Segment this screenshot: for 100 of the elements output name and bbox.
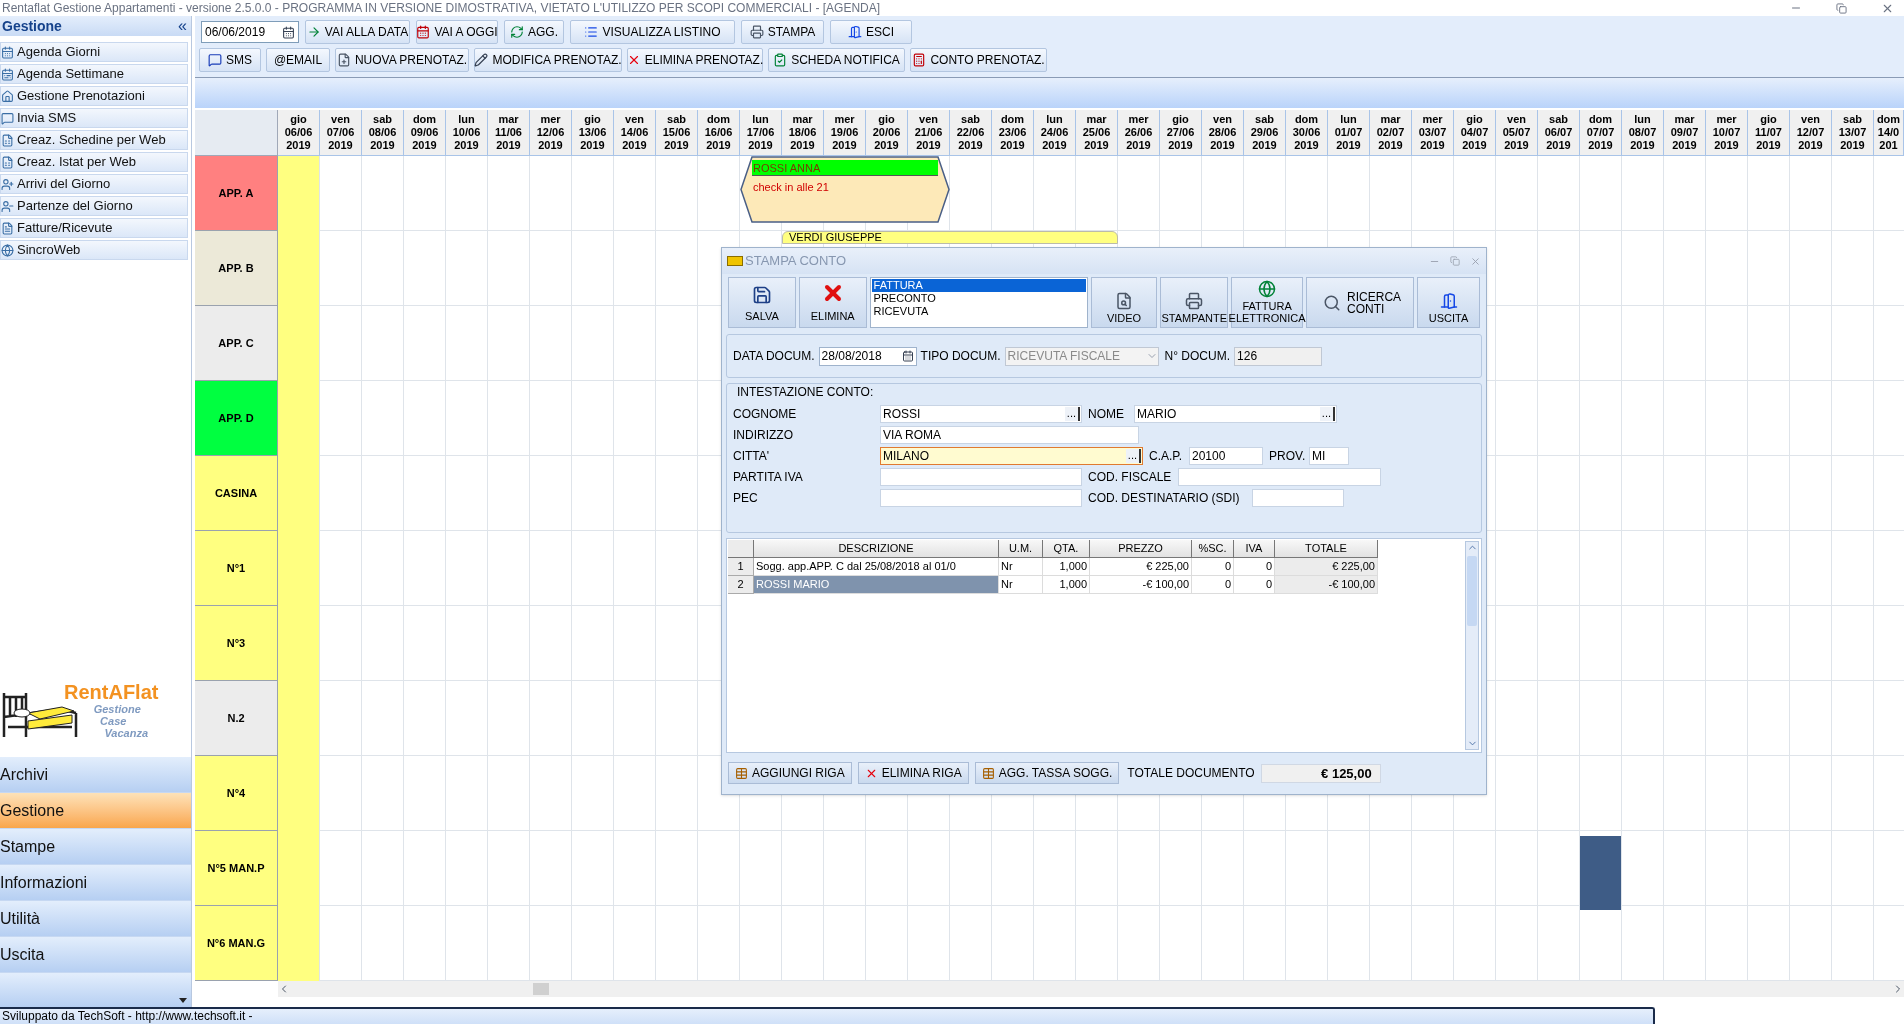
vertical-scrollbar[interactable] [1465, 541, 1479, 750]
toolbar-button[interactable]: ELIMINA PRENOTAZ. [627, 48, 763, 72]
table-cell: € 225,00 [1090, 558, 1192, 576]
horizontal-scrollbar[interactable] [278, 981, 1904, 997]
sidebar-item[interactable]: Agenda Settimane [0, 64, 188, 84]
list-option[interactable]: FATTURA [871, 279, 1086, 292]
table-action-button[interactable]: AGG. TASSA SOGG. [974, 762, 1120, 784]
input-field[interactable]: ROSSI ... [880, 404, 1082, 423]
toolbar-button[interactable]: NUOVA PRENOTAZ. [335, 48, 469, 72]
column-header[interactable]: U.M. [999, 540, 1043, 558]
dialog-toolbar-button[interactable]: FATTURA ELETTRONICA [1231, 277, 1304, 328]
close-icon[interactable] [1470, 255, 1481, 267]
list-option[interactable]: PRECONTO [871, 292, 1086, 305]
nav-item[interactable]: Archivi [0, 757, 191, 793]
nav-overflow-bar[interactable] [0, 973, 191, 1007]
room-label[interactable]: N°5 MAN.P [195, 831, 278, 906]
date-field[interactable]: 06/06/2019 [201, 21, 299, 43]
input-field[interactable]: MI [1309, 446, 1349, 465]
nav-item[interactable]: Informazioni [0, 865, 191, 901]
toolbar-button[interactable]: AGG. [504, 20, 564, 44]
toolbar-button[interactable]: SCHEDA NOTIFICA [768, 48, 905, 72]
toolbar-button[interactable]: VISUALIZZA LISTINO [570, 20, 735, 44]
table-action-button[interactable]: AGGIUNGI RIGA [728, 762, 852, 784]
scrollbar-thumb[interactable] [533, 983, 549, 995]
date-field[interactable]: 28/08/2018 [818, 346, 917, 366]
column-header[interactable]: %SC. [1192, 540, 1234, 558]
date-header-cell: lun 24/06 2019 [1034, 110, 1076, 156]
collapse-button[interactable]: « [178, 18, 189, 34]
dialog-toolbar-button[interactable]: VIDEO [1090, 277, 1158, 328]
nav-item[interactable]: Stampe [0, 829, 191, 865]
lookup-button[interactable]: ... [1319, 406, 1335, 421]
booking-bar[interactable]: VERDI GIUSEPPE [782, 231, 1118, 244]
lookup-button[interactable]: ... [1064, 406, 1080, 421]
toolbar-button[interactable]: ESCI [830, 20, 912, 44]
row-number[interactable]: 1 [728, 558, 754, 576]
input-field[interactable]: MILANO ... [880, 446, 1143, 465]
column-header[interactable]: IVA [1234, 540, 1275, 558]
calendar-icon[interactable] [901, 350, 914, 362]
dialog-toolbar-button[interactable]: STAMPANTE [1160, 277, 1229, 328]
room-label[interactable]: APP. D [195, 381, 278, 456]
dialog-toolbar-button[interactable]: RICERCA CONTI [1306, 277, 1415, 328]
sidebar-item[interactable]: SincroWeb [0, 240, 188, 260]
field-label: C.A.P. [1149, 447, 1184, 465]
sidebar-item[interactable]: Partenze del Giorno [0, 196, 188, 216]
toolbar-button[interactable]: VAI ALLA DATA [305, 20, 410, 44]
input-field[interactable]: MARIO ... [1134, 404, 1337, 423]
toolbar-button[interactable]: CONTO PRENOTAZ. [910, 48, 1047, 72]
sidebar-item[interactable]: Gestione Prenotazioni [0, 86, 188, 106]
input-field[interactable]: 20100 [1189, 446, 1263, 465]
lookup-button[interactable]: ... [1125, 448, 1141, 463]
sidebar-item[interactable]: Creaz. Schedine per Web [0, 130, 188, 150]
toolbar-button[interactable]: @EMAIL [266, 48, 330, 72]
room-label[interactable]: N°1 [195, 531, 278, 606]
sidebar-item[interactable]: Arrivi del Giorno [0, 174, 188, 194]
dialog-toolbar-button[interactable]: ELIMINA [798, 277, 867, 328]
table-cell: Nr [999, 558, 1043, 576]
nav-item[interactable]: Gestione [0, 793, 191, 829]
input-field[interactable]: VIA ROMA [880, 425, 1139, 444]
column-header[interactable]: PREZZO [1090, 540, 1192, 558]
room-label[interactable]: N°4 [195, 756, 278, 831]
pencil-icon [474, 53, 489, 67]
date-header-cell: lun 17/06 2019 [740, 110, 782, 156]
input-field[interactable] [880, 467, 1082, 486]
room-label[interactable]: N°6 MAN.G [195, 906, 278, 981]
sidebar-item[interactable]: Invia SMS [0, 108, 188, 128]
room-label[interactable]: CASINA [195, 456, 278, 531]
input-field[interactable] [1178, 467, 1381, 486]
row-number[interactable]: 2 [728, 576, 754, 594]
booking-block[interactable] [1580, 836, 1621, 910]
toolbar-button[interactable]: SMS [199, 48, 261, 72]
input-field[interactable] [1252, 488, 1344, 507]
document-type-list[interactable]: FATTURA PRECONTO RICEVUTA [869, 277, 1088, 328]
restore-icon[interactable] [1836, 2, 1847, 14]
dialog-toolbar-button[interactable]: USCITA [1417, 277, 1480, 328]
column-header[interactable]: TOTALE [1275, 540, 1378, 558]
sidebar-item[interactable]: Agenda Giorni [0, 42, 188, 62]
sidebar-item[interactable]: Fatture/Ricevute [0, 218, 188, 238]
calendar-icon[interactable] [282, 25, 295, 39]
sidebar-title: Gestione [2, 16, 62, 36]
nav-item[interactable]: Utilità [0, 901, 191, 937]
sidebar-item[interactable]: Creaz. Istat per Web [0, 152, 188, 172]
scrollbar-thumb[interactable] [1467, 555, 1477, 626]
list-option[interactable]: RICEVUTA [871, 305, 1086, 318]
room-label[interactable]: N.2 [195, 681, 278, 756]
room-label[interactable]: APP. A [195, 156, 278, 231]
nav-item[interactable]: Uscita [0, 937, 191, 973]
table-action-button[interactable]: ELIMINA RIGA [857, 762, 969, 784]
room-label[interactable]: N°3 [195, 606, 278, 681]
input-field[interactable] [880, 488, 1082, 507]
toolbar-button[interactable]: MODIFICA PRENOTAZ. [474, 48, 622, 72]
date-header-cell: dom 14/0 201 [1874, 110, 1904, 156]
room-label[interactable]: APP. C [195, 306, 278, 381]
document-number-field[interactable]: 126 [1234, 346, 1323, 366]
column-header[interactable]: QTA. [1043, 540, 1090, 558]
toolbar-button[interactable]: VAI A OGGI [416, 20, 498, 44]
room-label[interactable]: APP. B [195, 231, 278, 306]
dialog-toolbar-button[interactable]: SALVA [728, 277, 796, 328]
toolbar-button[interactable]: STAMPA [741, 20, 824, 44]
maximize-icon[interactable] [1450, 256, 1460, 266]
column-header[interactable]: DESCRIZIONE [754, 540, 999, 558]
